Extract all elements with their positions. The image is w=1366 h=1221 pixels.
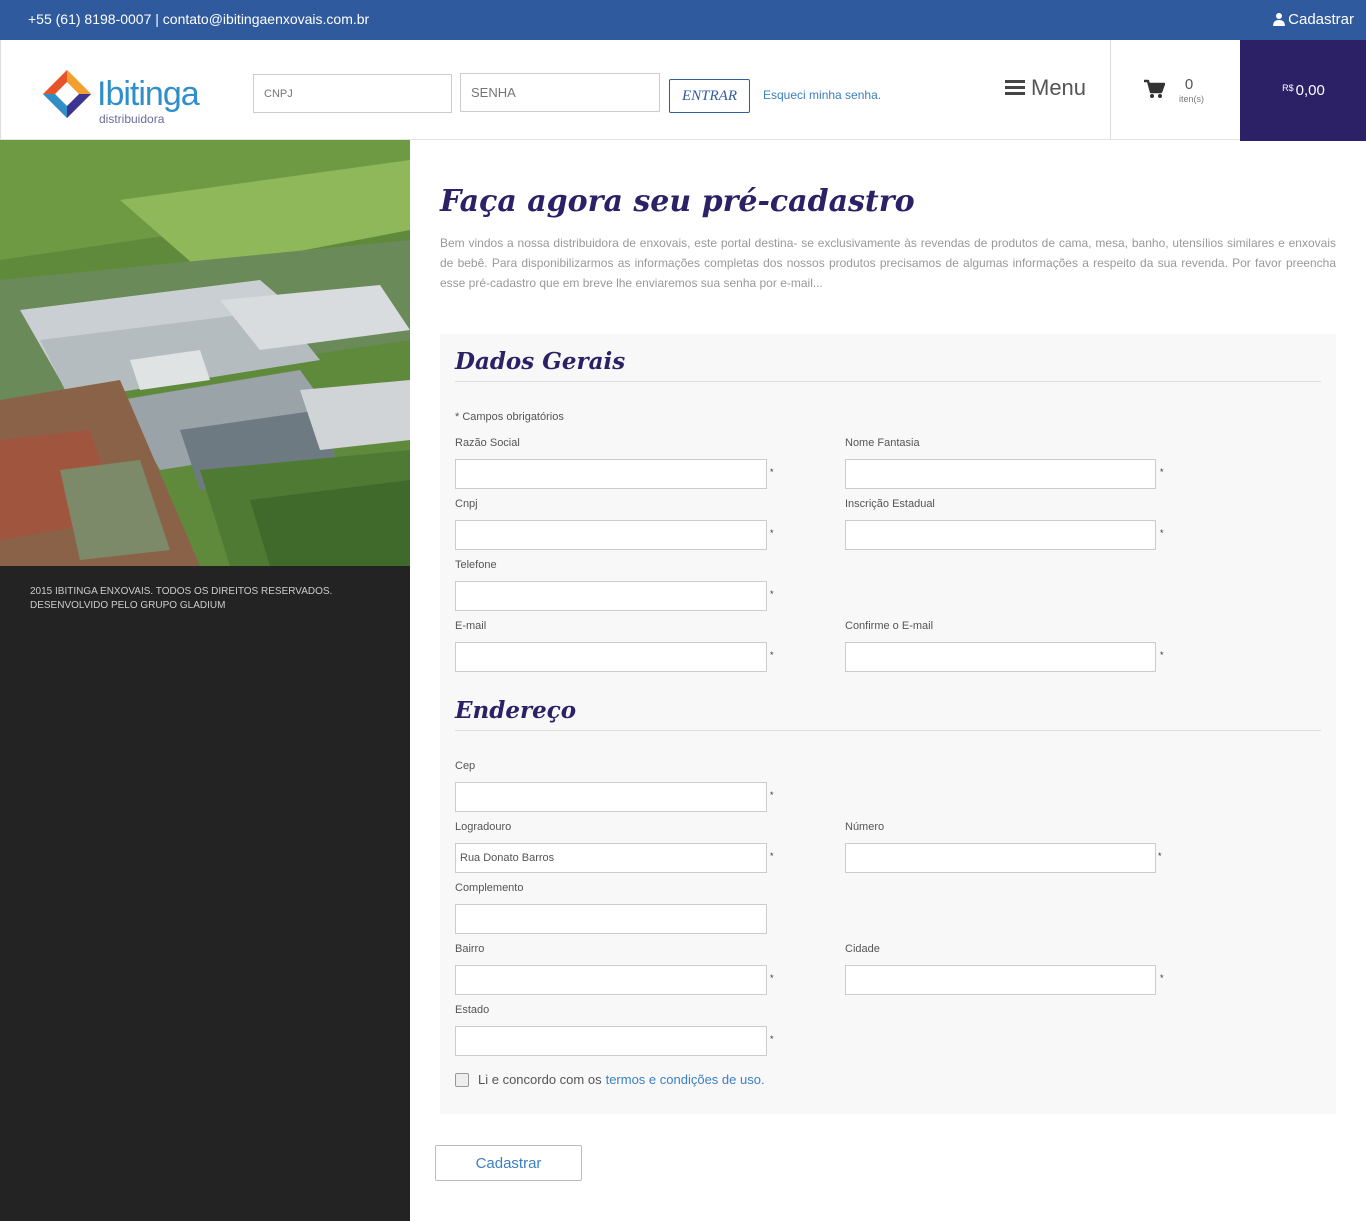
cnpj-input[interactable]: [455, 520, 767, 550]
cnpj-login-input[interactable]: [253, 74, 452, 113]
menu-label: Menu: [1031, 75, 1087, 100]
nome-fantasia-input[interactable]: [845, 459, 1156, 489]
developer-line: Desenvolvido pelo Grupo Gladium: [30, 600, 226, 611]
telefone-input[interactable]: [455, 581, 767, 611]
complemento-input[interactable]: [455, 904, 767, 934]
password-input[interactable]: [460, 73, 660, 112]
inscricao-input[interactable]: [845, 520, 1156, 550]
required-mark: *: [770, 790, 774, 800]
header: Ibitinga distribuidora ENTRAR Esqueci mi…: [0, 40, 1366, 141]
logradouro-input[interactable]: Rua Donato Barros: [455, 843, 767, 873]
required-mark: *: [1160, 650, 1164, 660]
telefone-label: Telefone: [455, 559, 497, 571]
terms-link[interactable]: termos e condições de uso.: [606, 1072, 765, 1087]
terms-agreement: Li e concordo com os termos e condições …: [455, 1072, 765, 1087]
hamburger-icon: [1005, 80, 1025, 96]
estado-label: Estado: [455, 1004, 490, 1016]
terms-text: Li e concordo com os: [478, 1072, 602, 1087]
login-button[interactable]: ENTRAR: [669, 79, 750, 113]
section-title-general: Dados Gerais: [455, 348, 626, 375]
cidade-input[interactable]: [845, 965, 1156, 995]
copyright-line: 2015 Ibitinga Enxovais. Todos os direito…: [30, 586, 333, 597]
cep-input[interactable]: [455, 782, 767, 812]
required-mark: *: [1158, 851, 1162, 861]
inscricao-label: Inscrição Estadual: [845, 498, 935, 510]
forgot-password-link[interactable]: Esqueci minha senha.: [763, 88, 881, 102]
email-confirm-input[interactable]: [845, 642, 1156, 672]
currency-symbol: R$: [1282, 82, 1294, 93]
section-divider: [455, 381, 1321, 382]
logo-subtitle: distribuidora: [99, 112, 165, 126]
cart-count: 0: [1184, 76, 1194, 93]
required-mark: *: [770, 1034, 774, 1044]
top-bar: +55 (61) 8198-0007 | contato@ibitingaenx…: [0, 0, 1366, 40]
cidade-label: Cidade: [845, 943, 880, 955]
email-confirm-label: Confirme o E-mail: [845, 620, 934, 632]
estado-input[interactable]: [455, 1026, 767, 1056]
required-mark: *: [770, 973, 774, 983]
required-mark: *: [770, 589, 774, 599]
registration-form: [440, 334, 1336, 1114]
complemento-label: Complemento: [455, 882, 524, 894]
cart-total[interactable]: R$ 0,00: [1240, 40, 1366, 141]
email-label: E-mail: [455, 620, 487, 632]
razao-social-input[interactable]: [455, 459, 767, 489]
cnpj-label: Cnpj: [455, 498, 478, 510]
logo-brand: Ibitinga: [97, 75, 200, 113]
required-mark: *: [1160, 528, 1164, 538]
aerial-photo: [0, 140, 410, 566]
section-title-address: Endereço: [455, 697, 577, 724]
section-divider: [455, 730, 1321, 731]
intro-text: Bem vindos a nossa distribuidora de enxo…: [440, 236, 1336, 290]
user-icon: [1273, 13, 1286, 26]
logradouro-label: Logradouro: [455, 821, 512, 833]
divider: [1110, 40, 1111, 140]
cart-total-value: 0,00: [1295, 82, 1325, 99]
terms-checkbox[interactable]: [455, 1072, 469, 1087]
footer-copyright: 2015 Ibitinga Enxovais. Todos os direito…: [30, 585, 332, 613]
cart-items-label: iten(s): [1179, 94, 1205, 104]
required-mark: *: [1160, 973, 1164, 983]
bairro-input[interactable]: [455, 965, 767, 995]
left-panel: [0, 566, 410, 1221]
required-mark: *: [770, 851, 774, 861]
cep-label: Cep: [455, 760, 476, 772]
email-input[interactable]: [455, 642, 767, 672]
numero-input[interactable]: [845, 843, 1156, 873]
required-mark: *: [770, 528, 774, 538]
bairro-label: Bairro: [455, 943, 485, 955]
cart-icon[interactable]: [1143, 79, 1165, 99]
menu-button[interactable]: Menu: [1005, 75, 1086, 101]
required-note: * Campos obrigatórios: [455, 411, 564, 423]
numero-label: Número: [845, 821, 885, 833]
signup-label: Cadastrar: [1288, 11, 1354, 28]
logo-mark-icon: [43, 70, 91, 118]
required-mark: *: [770, 467, 774, 477]
page-title: Faça agora seu pré-cadastro: [440, 184, 915, 219]
required-mark: *: [770, 650, 774, 660]
contact-info: +55 (61) 8198-0007 | contato@ibitingaenx…: [28, 11, 370, 27]
nome-fantasia-label: Nome Fantasia: [845, 437, 920, 449]
submit-button[interactable]: Cadastrar: [435, 1145, 582, 1181]
signup-link[interactable]: Cadastrar: [1273, 11, 1354, 28]
logo[interactable]: Ibitinga distribuidora: [39, 66, 209, 128]
required-mark: *: [1160, 467, 1164, 477]
razao-social-label: Razão Social: [455, 437, 520, 449]
